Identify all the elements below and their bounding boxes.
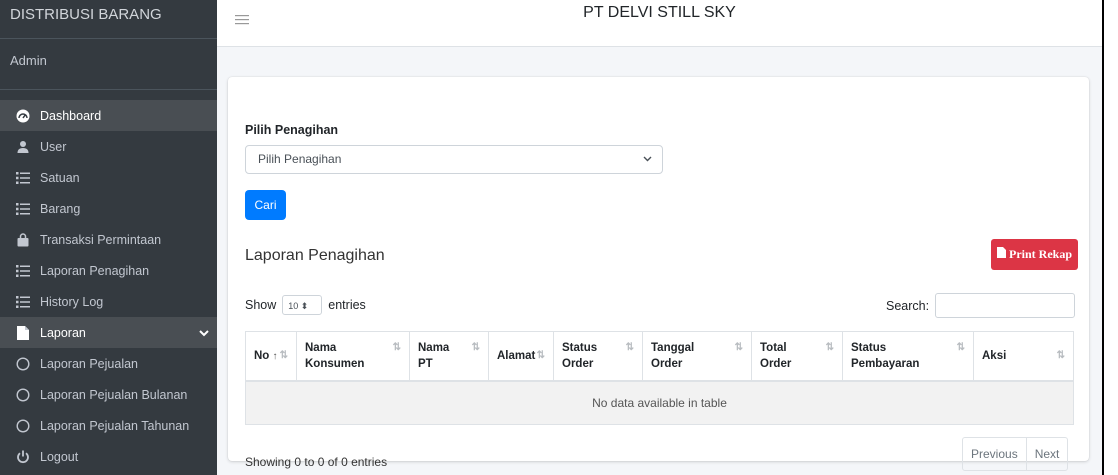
list-icon (16, 264, 30, 278)
sidebar-item-history-log[interactable]: History Log (0, 286, 217, 317)
file-pdf-icon (997, 247, 1006, 261)
page-title: PT DELVI STILL SKY (583, 4, 736, 21)
table-info: Showing 0 to 0 of 0 entries (245, 455, 388, 469)
column-header-alamat[interactable]: ⇅ Alamat (488, 331, 554, 382)
sidebar-item-laporan-pejualan-bulanan[interactable]: Laporan Pejualan Bulanan (0, 379, 217, 410)
user-icon (16, 140, 30, 154)
sidebar-item-label: Laporan Pejualan Tahunan (40, 418, 190, 433)
cari-button[interactable]: Cari (245, 190, 286, 220)
sidebar-item-label: Laporan Pejualan (40, 356, 138, 371)
sidebar-item-barang[interactable]: Barang (0, 193, 217, 224)
chevron-down-icon (643, 146, 652, 173)
show-label: Show (245, 298, 277, 312)
sort-icon: ⇅ (471, 342, 480, 353)
content-area: Pilih Penagihan Pilih Penagihan Cari Lap… (217, 47, 1102, 475)
pilih-penagihan-label: Pilih Penagihan (245, 123, 339, 137)
penagihan-select[interactable]: Pilih Penagihan (245, 145, 663, 174)
user-name[interactable]: Admin (0, 39, 217, 90)
file-icon (16, 325, 30, 340)
sort-icon: ⇅ (392, 342, 401, 353)
list-icon (16, 171, 30, 185)
table-row: No data available in table (245, 380, 1074, 425)
print-rekap-button[interactable]: Print Rekap (991, 239, 1078, 270)
sidebar-item-laporan-pejualan-tahunan[interactable]: Laporan Pejualan Tahunan (0, 410, 217, 441)
circle-icon (16, 356, 30, 371)
entries-label: entries (328, 298, 366, 312)
pagination: Previous Next (962, 437, 1069, 471)
sidebar-item-label: User (40, 139, 67, 154)
sort-asc-icon: ↑ (272, 350, 278, 362)
top-navbar: PT DELVI STILL SKY (217, 0, 1102, 47)
sidebar-item-user[interactable]: User (0, 131, 217, 162)
list-icon (16, 295, 30, 309)
sidebar-item-label: Laporan (40, 325, 86, 340)
entries-select-value: 10 (288, 301, 299, 311)
column-header-tanggal-order[interactable]: ⇅ Tanggal Order (642, 331, 752, 382)
sidebar-item-transaksi-permintaan[interactable]: Transaksi Permintaan (0, 224, 217, 255)
column-header-nama-pt[interactable]: ⇅ Nama PT (409, 331, 489, 382)
sidebar-item-label: History Log (40, 294, 104, 309)
power-icon (16, 450, 30, 464)
sort-icon: ⇅ (734, 342, 743, 353)
sidebar-item-label: Transaksi Permintaan (40, 232, 162, 247)
dashboard-icon (16, 109, 30, 123)
sort-icon: ⇅ (956, 342, 965, 353)
table-header-row: No ↑ ⇅ ⇅ Nama Konsumen ⇅ Nama PT ⇅ Alamat ⇅ Sta… (245, 331, 1074, 382)
brand-title[interactable]: DISTRIBUSI BARANG (0, 0, 217, 39)
report-card: Pilih Penagihan Pilih Penagihan Cari Lap… (228, 77, 1089, 471)
data-table: No ↑ ⇅ ⇅ Nama Konsumen ⇅ Nama PT ⇅ Alamat ⇅ Sta… (245, 331, 1074, 425)
table-search: Search: (886, 293, 1076, 318)
sort-icon: ⇅ (279, 349, 288, 361)
sidebar-item-dashboard[interactable]: Dashboard (0, 100, 217, 131)
search-label: Search: (886, 298, 930, 313)
sidebar-item-label: Barang (40, 201, 81, 216)
previous-button[interactable]: Previous (963, 438, 1026, 470)
circle-icon (16, 418, 30, 433)
chevron-down-icon[interactable] (199, 326, 209, 340)
bag-icon (16, 232, 30, 247)
column-header-nama-konsumen[interactable]: ⇅ Nama Konsumen (296, 331, 410, 382)
sidebar-item-label: Laporan Penagihan (40, 263, 150, 278)
column-header-aksi[interactable]: ⇅ Aksi (973, 331, 1074, 382)
sort-icon: ⇅ (825, 342, 834, 353)
window-edge (1102, 0, 1118, 475)
sidebar-item-laporan-pejualan[interactable]: Laporan Pejualan (0, 348, 217, 379)
column-header-status-pembayaran[interactable]: ⇅ Status Pembayaran (842, 331, 974, 382)
next-button[interactable]: Next (1025, 438, 1068, 470)
sidebar-item-label: Dashboard (40, 108, 102, 123)
entries-length-control: Show 10 ⬍ entries (245, 295, 366, 315)
list-icon (16, 202, 30, 216)
sidebar-item-satuan[interactable]: Satuan (0, 162, 217, 193)
laporan-penagihan-title: Laporan Penagihan (245, 247, 385, 264)
column-header-total-order[interactable]: ⇅ Total Order (751, 331, 843, 382)
search-input[interactable] (935, 293, 1076, 318)
sort-icon: ⇅ (625, 342, 634, 353)
sidebar-item-label: Satuan (40, 170, 80, 185)
sidebar-item-label: Laporan Pejualan Bulanan (40, 387, 188, 402)
sidebar-nav: Dashboard User Satuan Barang Transaksi P… (0, 90, 217, 472)
column-header-status-order[interactable]: ⇅ Status Order (553, 331, 643, 382)
circle-icon (16, 387, 30, 402)
sidebar-item-laporan[interactable]: Laporan (0, 317, 217, 348)
entries-select[interactable]: 10 ⬍ (282, 295, 323, 315)
sidebar-item-laporan-penagihan[interactable]: Laporan Penagihan (0, 255, 217, 286)
sidebar: DISTRIBUSI BARANG Admin Dashboard User S… (0, 0, 217, 475)
penagihan-select-value: Pilih Penagihan (258, 152, 342, 166)
sidebar-item-label: Logout (40, 449, 79, 464)
print-rekap-label: Print Rekap (1009, 247, 1072, 261)
column-header-no[interactable]: No ↑ ⇅ (245, 331, 297, 382)
empty-table-message: No data available in table (245, 380, 1074, 425)
sidebar-item-logout[interactable]: Logout (0, 441, 217, 472)
sort-icon: ⇅ (1056, 350, 1065, 361)
sort-icon: ⇅ (536, 350, 545, 361)
